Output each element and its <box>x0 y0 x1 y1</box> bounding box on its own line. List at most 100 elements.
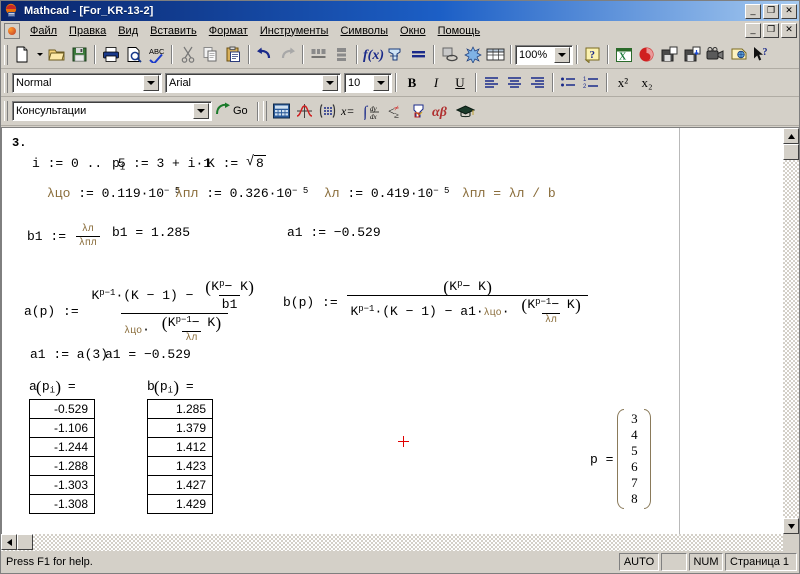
restore-button[interactable]: ❐ <box>763 3 779 19</box>
table-b-values[interactable]: 1.285 1.379 1.412 1.423 1.427 1.429 <box>147 399 213 514</box>
table-row[interactable]: -1.303 <box>29 475 95 495</box>
table-row[interactable]: -1.106 <box>29 418 95 438</box>
table-row[interactable]: 1.423 <box>147 456 213 476</box>
paste-icon[interactable] <box>222 44 245 66</box>
programming-palette-icon[interactable] <box>408 100 431 122</box>
zoom-combo[interactable]: 100% <box>515 44 573 65</box>
lambda-pl-definition[interactable]: λпл := 0.326·10− 5 <box>175 186 308 201</box>
mdi-close-button[interactable]: ✕ <box>781 23 797 38</box>
b-function-definition[interactable]: b(p) := Kp− K Kp−1·(K − 1) − a1·λцо· Kp−… <box>283 279 590 326</box>
insert-matrix-icon[interactable] <box>484 44 507 66</box>
menu-item-insert[interactable]: Вставить <box>144 23 203 39</box>
font-combo[interactable]: Arial <box>165 72 341 93</box>
p-vector-region[interactable]: p = 3 4 5 6 7 8 <box>590 409 652 509</box>
align-across-icon[interactable] <box>307 44 330 66</box>
animation-icon[interactable] <box>704 44 727 66</box>
context-help-icon[interactable]: ? <box>750 44 773 66</box>
undo-icon[interactable] <box>253 44 276 66</box>
evaluation-palette-icon[interactable]: x= <box>339 100 362 122</box>
symbolic-palette-icon[interactable] <box>454 100 477 122</box>
resources-toolbar-grip[interactable] <box>4 101 8 121</box>
table-row[interactable]: -1.288 <box>29 456 95 476</box>
go-button[interactable]: Go <box>212 101 254 121</box>
table-row[interactable]: 1.285 <box>147 399 213 419</box>
worksheet-page[interactable]: 3. i := 0 .. 5 pi := 3 + i·1 K := 8 λцо … <box>1 127 783 534</box>
menu-item-symbolics[interactable]: Символы <box>334 23 394 39</box>
bold-button[interactable]: B <box>400 72 424 94</box>
horizontal-scrollbar-track[interactable] <box>33 534 783 551</box>
close-button[interactable]: ✕ <box>781 3 797 19</box>
document-icon[interactable] <box>4 22 20 39</box>
style-combo[interactable]: Normal <box>12 72 162 93</box>
align-down-icon[interactable] <box>330 44 353 66</box>
table-b-header[interactable]: bpi = <box>147 379 194 395</box>
menu-item-help[interactable]: Помощь <box>432 23 487 39</box>
font-size-combo[interactable]: 10 <box>344 72 392 93</box>
lambda-l-definition[interactable]: λл := 0.419·10− 5 <box>324 186 449 201</box>
open-icon[interactable] <box>45 44 68 66</box>
p-definition[interactable]: pi := 3 + i·1 <box>112 156 211 172</box>
calculator-palette-icon[interactable] <box>270 100 293 122</box>
menu-item-format[interactable]: Формат <box>203 23 254 39</box>
table-row[interactable]: 1.412 <box>147 437 213 457</box>
save-target-icon[interactable] <box>681 44 704 66</box>
excel-icon[interactable]: X <box>612 44 635 66</box>
resource-dropdown-arrow[interactable] <box>193 103 209 119</box>
table-row[interactable]: 1.379 <box>147 418 213 438</box>
greek-palette-icon[interactable]: αβ <box>431 100 454 122</box>
mdi-minimize-button[interactable]: _ <box>745 23 761 38</box>
scroll-down-button[interactable] <box>783 518 799 534</box>
format-toolbar-grip[interactable] <box>4 72 8 93</box>
menu-item-view[interactable]: Вид <box>112 23 144 39</box>
new-dropdown-arrow[interactable] <box>34 44 45 66</box>
calculate-icon[interactable] <box>407 44 430 66</box>
table-row[interactable]: 1.427 <box>147 475 213 495</box>
spellcheck-icon[interactable]: ABC <box>145 44 168 66</box>
a1-first-result[interactable]: a1 := −0.529 <box>287 225 381 240</box>
table-row[interactable]: 1.429 <box>147 494 213 514</box>
b1-definition[interactable]: b1 := λл λпл <box>27 224 102 249</box>
zoom-dropdown-arrow[interactable] <box>554 46 570 63</box>
graph-palette-icon[interactable] <box>293 100 316 122</box>
copy-icon[interactable] <box>199 44 222 66</box>
save-web-icon[interactable] <box>658 44 681 66</box>
table-row[interactable]: -0.529 <box>29 399 95 419</box>
insert-function-icon[interactable]: f(x) <box>361 44 384 66</box>
insert-unit-icon[interactable] <box>384 44 407 66</box>
b1-result[interactable]: b1 = 1.285 <box>112 225 190 240</box>
matrix-palette-icon[interactable] <box>316 100 339 122</box>
table-row[interactable]: -1.244 <box>29 437 95 457</box>
insert-hyperlink-icon[interactable] <box>438 44 461 66</box>
new-icon[interactable] <box>11 44 34 66</box>
scroll-up-button[interactable] <box>783 128 799 144</box>
align-center-icon[interactable] <box>503 72 526 94</box>
print-icon[interactable] <box>99 44 122 66</box>
a-function-definition[interactable]: a(p) := Kp−1·(K − 1) − Kp− K b1 λцо· <box>24 279 263 344</box>
mathconnex-icon[interactable] <box>635 44 658 66</box>
style-dropdown-arrow[interactable] <box>143 74 159 91</box>
vertical-scrollbar-thumb[interactable] <box>783 144 799 160</box>
table-a-header[interactable]: api = <box>29 379 76 395</box>
resource-combo[interactable]: Консультации <box>12 101 212 121</box>
horizontal-scrollbar-thumb[interactable] <box>17 534 33 550</box>
calculus-palette-icon[interactable]: ∫ dy dx <box>362 100 385 122</box>
table-a-values[interactable]: -0.529 -1.106 -1.244 -1.288 -1.303 -1.30… <box>29 399 95 514</box>
font-dropdown-arrow[interactable] <box>322 74 338 91</box>
menu-item-edit[interactable]: Правка <box>63 23 112 39</box>
k-definition[interactable]: K := 8 <box>207 154 266 171</box>
italic-button[interactable]: I <box>424 72 448 94</box>
table-row[interactable]: -1.308 <box>29 494 95 514</box>
scroll-left-button[interactable] <box>1 534 17 550</box>
align-left-icon[interactable] <box>480 72 503 94</box>
menu-item-tools[interactable]: Инструменты <box>254 23 335 39</box>
help-icon[interactable]: ? <box>581 44 604 66</box>
menu-item-file[interactable]: Файл <box>24 23 63 39</box>
vertical-scrollbar-track[interactable] <box>783 160 799 518</box>
font-size-dropdown-arrow[interactable] <box>373 74 389 91</box>
mdi-restore-button[interactable]: ❐ <box>763 23 779 38</box>
collaboratory-icon[interactable] <box>727 44 750 66</box>
component-wizard-icon[interactable] <box>461 44 484 66</box>
underline-button[interactable]: U <box>448 72 472 94</box>
math-palette-grip[interactable] <box>262 101 267 121</box>
a1-redefinition[interactable]: a1 := a(3) <box>30 347 108 362</box>
